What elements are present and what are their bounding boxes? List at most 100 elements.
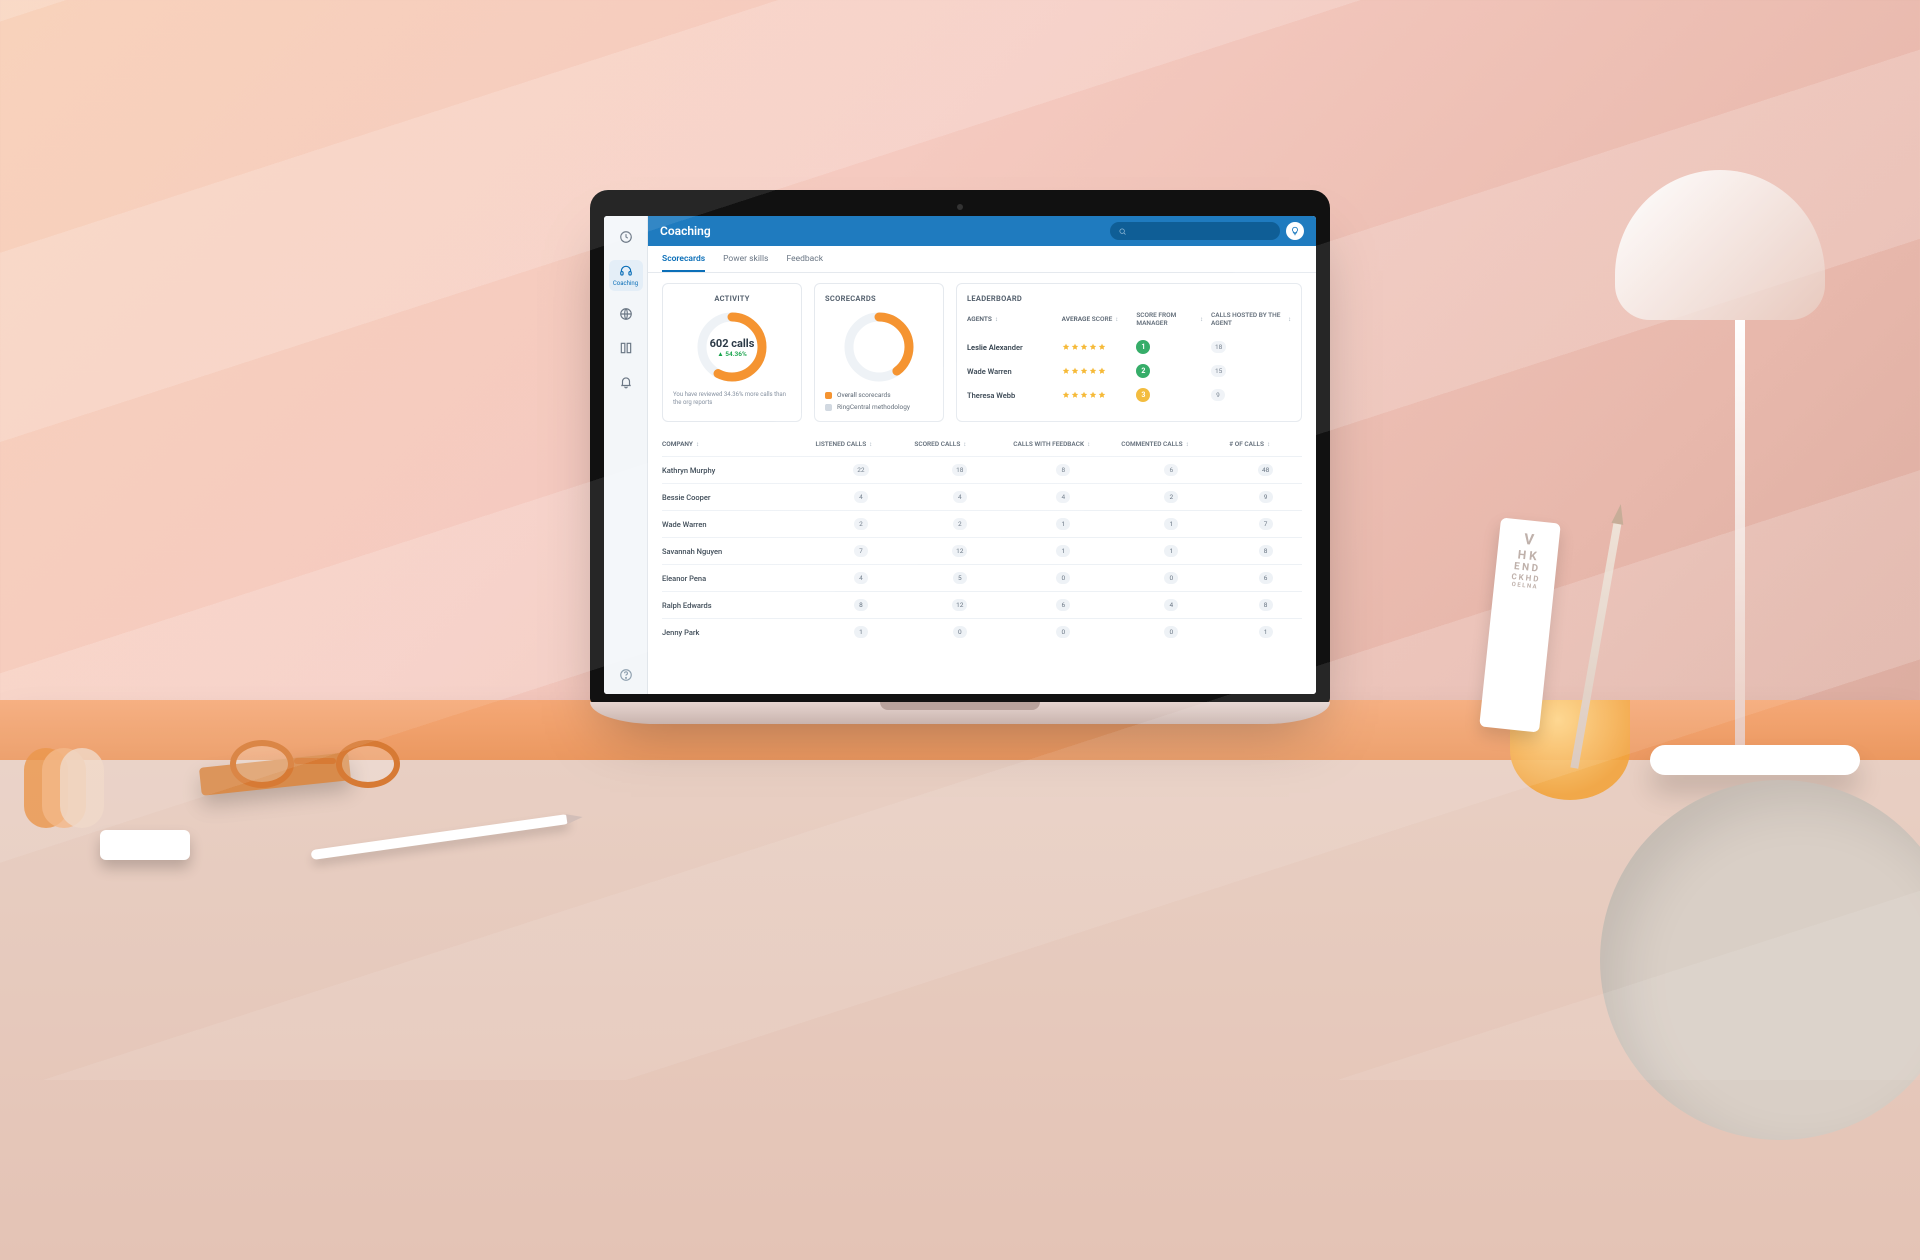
table-row[interactable]: Wade Warren 2 2 1 1 7 (662, 510, 1302, 537)
th-company[interactable]: COMPANY↕ (662, 440, 807, 448)
commented-chip: 1 (1164, 518, 1178, 530)
rail-item-label: Coaching (613, 280, 638, 287)
agent-name: Wade Warren (967, 367, 1054, 376)
manager-score-badge: 2 (1136, 364, 1150, 378)
rail-item-help[interactable] (619, 667, 633, 686)
tab-power-skills[interactable]: Power skills (723, 254, 768, 272)
scorecards-card: SCORECARDS Overall scorecards RingCentra… (814, 283, 944, 422)
library-icon (619, 341, 633, 355)
laptop: Coaching Coaching (590, 190, 1330, 724)
feedback-chip: 8 (1056, 464, 1070, 476)
listened-chip: 22 (853, 464, 868, 476)
tips-button[interactable] (1286, 222, 1304, 240)
listened-chip: 7 (854, 545, 868, 557)
listened-chip: 4 (854, 491, 868, 503)
table-row[interactable]: Jenny Park 1 0 0 0 1 (662, 618, 1302, 645)
table-row[interactable]: Savannah Nguyen 7 12 1 1 8 (662, 537, 1302, 564)
scored-chip: 12 (952, 545, 967, 557)
row-name: Wade Warren (662, 520, 807, 529)
legend-overall: Overall scorecards (837, 391, 891, 399)
headset-icon (619, 264, 633, 278)
commented-chip: 0 (1164, 626, 1178, 638)
scorecards-title: SCORECARDS (825, 294, 933, 303)
listened-chip: 2 (854, 518, 868, 530)
tab-scorecards[interactable]: Scorecards (662, 254, 705, 272)
commented-chip: 1 (1164, 545, 1178, 557)
manager-score-badge: 1 (1136, 340, 1150, 354)
feedback-chip: 6 (1056, 599, 1070, 611)
scorecards-donut (843, 311, 915, 383)
agent-name: Leslie Alexander (967, 343, 1054, 352)
leaderboard-row[interactable]: Leslie Alexander 1 18 (967, 335, 1291, 359)
table-row[interactable]: Bessie Cooper 4 4 4 2 9 (662, 483, 1302, 510)
hosted-count: 15 (1211, 365, 1226, 377)
th-scored[interactable]: SCORED CALLS↕ (914, 440, 1005, 448)
eyeglasses (230, 740, 400, 800)
row-name: Jenny Park (662, 628, 807, 637)
feedback-chip: 1 (1056, 518, 1070, 530)
legend-swatch-overall (825, 392, 832, 399)
row-name: Ralph Edwards (662, 601, 807, 610)
th-listened[interactable]: LISTENED CALLS↕ (815, 440, 906, 448)
col-mgr-score[interactable]: SCORE FROM MANAGER↕ (1136, 311, 1203, 327)
scored-chip: 12 (952, 599, 967, 611)
topbar: Coaching (648, 216, 1316, 246)
th-feedback[interactable]: CALLS WITH FEEDBACK↕ (1013, 440, 1113, 448)
col-hosted[interactable]: CALLS HOSTED BY THE AGENT↕ (1211, 311, 1291, 327)
leaderboard-card: LEADERBOARD AGENTS↕ AVERAGE SCORE↕ SCORE… (956, 283, 1302, 422)
th-commented[interactable]: COMMENTED CALLS↕ (1121, 440, 1221, 448)
rail-item-global[interactable] (609, 303, 643, 325)
star-rating (1062, 367, 1129, 375)
rail-item-alerts[interactable] (609, 371, 643, 393)
globe-icon (619, 307, 633, 321)
scored-chip: 2 (953, 518, 967, 530)
commented-chip: 6 (1164, 464, 1178, 476)
count-chip: 7 (1259, 518, 1273, 530)
bell-icon (619, 375, 633, 389)
tabs: Scorecards Power skills Feedback (648, 246, 1316, 273)
count-chip: 1 (1259, 626, 1273, 638)
listened-chip: 1 (854, 626, 868, 638)
row-name: Bessie Cooper (662, 493, 807, 502)
scored-chip: 4 (953, 491, 967, 503)
feedback-chip: 0 (1056, 626, 1070, 638)
clock-icon (619, 230, 633, 244)
commented-chip: 4 (1164, 599, 1178, 611)
leaderboard-row[interactable]: Wade Warren 2 15 (967, 359, 1291, 383)
eraser (100, 830, 190, 860)
manager-score-badge: 3 (1136, 388, 1150, 402)
lightbulb-icon (1290, 226, 1300, 236)
table-row[interactable]: Kathryn Murphy 22 18 8 6 48 (662, 456, 1302, 483)
rail-item-recent[interactable] (609, 226, 643, 248)
commented-chip: 2 (1164, 491, 1178, 503)
row-name: Savannah Nguyen (662, 547, 807, 556)
table-row[interactable]: Eleanor Pena 4 5 0 0 6 (662, 564, 1302, 591)
agent-name: Theresa Webb (967, 391, 1054, 400)
col-avg-score[interactable]: AVERAGE SCORE↕ (1062, 315, 1129, 323)
table-row[interactable]: Ralph Edwards 8 12 6 4 8 (662, 591, 1302, 618)
rail-item-library[interactable] (609, 337, 643, 359)
tab-feedback[interactable]: Feedback (786, 254, 823, 272)
color-swatches (50, 748, 104, 828)
row-name: Kathryn Murphy (662, 466, 807, 475)
leaderboard-row[interactable]: Theresa Webb 3 9 (967, 383, 1291, 407)
page-title: Coaching (660, 224, 711, 238)
th-count[interactable]: # OF CALLS↕ (1229, 440, 1302, 448)
activity-value: 602 calls (710, 337, 755, 350)
app-screen: Coaching Coaching (604, 216, 1316, 694)
count-chip: 6 (1259, 572, 1273, 584)
scored-chip: 5 (953, 572, 967, 584)
col-agents[interactable]: AGENTS↕ (967, 315, 1054, 323)
help-circle-icon (619, 668, 633, 682)
rail-item-coaching[interactable]: Coaching (609, 260, 643, 291)
count-chip: 8 (1259, 545, 1273, 557)
company-table: COMPANY↕ LISTENED CALLS↕ SCORED CALLS↕ C… (662, 434, 1302, 645)
feedback-chip: 1 (1056, 545, 1070, 557)
row-name: Eleanor Pena (662, 574, 807, 583)
activity-caption: You have reviewed 34.36% more calls than… (673, 391, 791, 407)
legend-method: RingCentral methodology (837, 403, 910, 411)
side-rail: Coaching (604, 216, 648, 694)
hosted-count: 18 (1211, 341, 1226, 353)
search-input[interactable] (1110, 222, 1280, 240)
scored-chip: 18 (952, 464, 967, 476)
